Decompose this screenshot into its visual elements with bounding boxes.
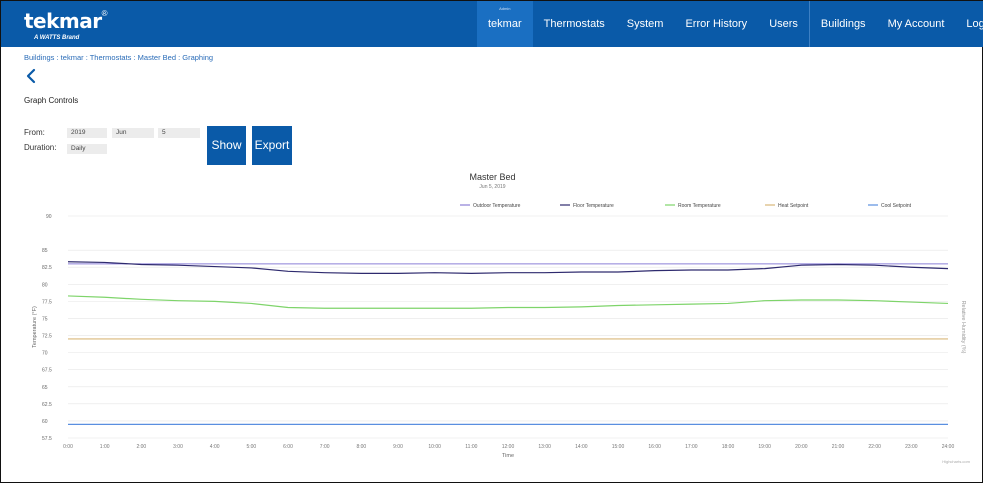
x-tick-label: 12:00 xyxy=(502,444,515,450)
x-tick-label: 11:00 xyxy=(465,444,477,450)
y2-axis-title: Relative Humidity (%) xyxy=(960,301,966,354)
legend-item: Heat Setpoint xyxy=(778,203,809,209)
chart-credit: Highcharts.com xyxy=(942,459,970,464)
x-tick-label: 7:00 xyxy=(320,444,330,450)
x-tick-label: 0:00 xyxy=(63,444,73,450)
x-tick-label: 13:00 xyxy=(538,444,551,450)
legend-item: Floor Temperature xyxy=(573,203,614,209)
y-tick-label: 67.5 xyxy=(42,368,52,374)
x-tick-label: 10:00 xyxy=(428,444,441,450)
y-tick-label: 72.5 xyxy=(42,334,52,340)
x-tick-label: 15:00 xyxy=(612,444,625,450)
x-tick-label: 21:00 xyxy=(832,444,845,450)
x-tick-label: 19:00 xyxy=(758,444,771,450)
y-tick-label: 62.5 xyxy=(42,402,52,408)
y-tick-label: 57.5 xyxy=(42,436,52,442)
x-tick-label: 16:00 xyxy=(648,444,661,450)
x-tick-label: 6:00 xyxy=(283,444,293,450)
x-tick-label: 24:00 xyxy=(942,444,955,450)
y-tick-label: 82.5 xyxy=(42,265,52,271)
x-tick-label: 14:00 xyxy=(575,444,588,450)
x-tick-label: 2:00 xyxy=(136,444,146,450)
x-tick-label: 3:00 xyxy=(173,444,183,450)
y-tick-label: 70 xyxy=(42,351,48,357)
x-tick-label: 9:00 xyxy=(393,444,403,450)
x-tick-label: 1:00 xyxy=(100,444,110,450)
y-tick-label: 90 xyxy=(46,214,52,220)
x-tick-label: 17:00 xyxy=(685,444,698,450)
x-tick-label: 8:00 xyxy=(356,444,366,450)
x-tick-label: 5:00 xyxy=(246,444,256,450)
y-tick-label: 60 xyxy=(42,419,48,425)
y-tick-label: 65 xyxy=(42,385,48,391)
temperature-chart: 57.5 60 62.5 65 67.5 70 72.5 75 77.5 80 82.5 85 90 0:… xyxy=(32,203,971,464)
legend-item: Cool Setpoint xyxy=(881,203,912,209)
x-tick-label: 4:00 xyxy=(210,444,220,450)
series-line-2 xyxy=(67,295,949,309)
x-tick-label: 18:00 xyxy=(722,444,735,450)
legend-item: Room Temperature xyxy=(678,203,721,209)
y-tick-label: 80 xyxy=(42,282,48,288)
x-axis-title: Time xyxy=(502,453,514,459)
y-axis-title: Temperature (°F) xyxy=(32,306,38,348)
legend-item: Outdoor Temperature xyxy=(473,203,521,209)
y-tick-label: 85 xyxy=(42,248,48,254)
y-tick-label: 77.5 xyxy=(42,299,52,305)
y-tick-label: 75 xyxy=(42,316,48,322)
x-tick-label: 20:00 xyxy=(795,444,808,450)
x-tick-label: 23:00 xyxy=(905,444,918,450)
x-tick-label: 22:00 xyxy=(868,444,881,450)
